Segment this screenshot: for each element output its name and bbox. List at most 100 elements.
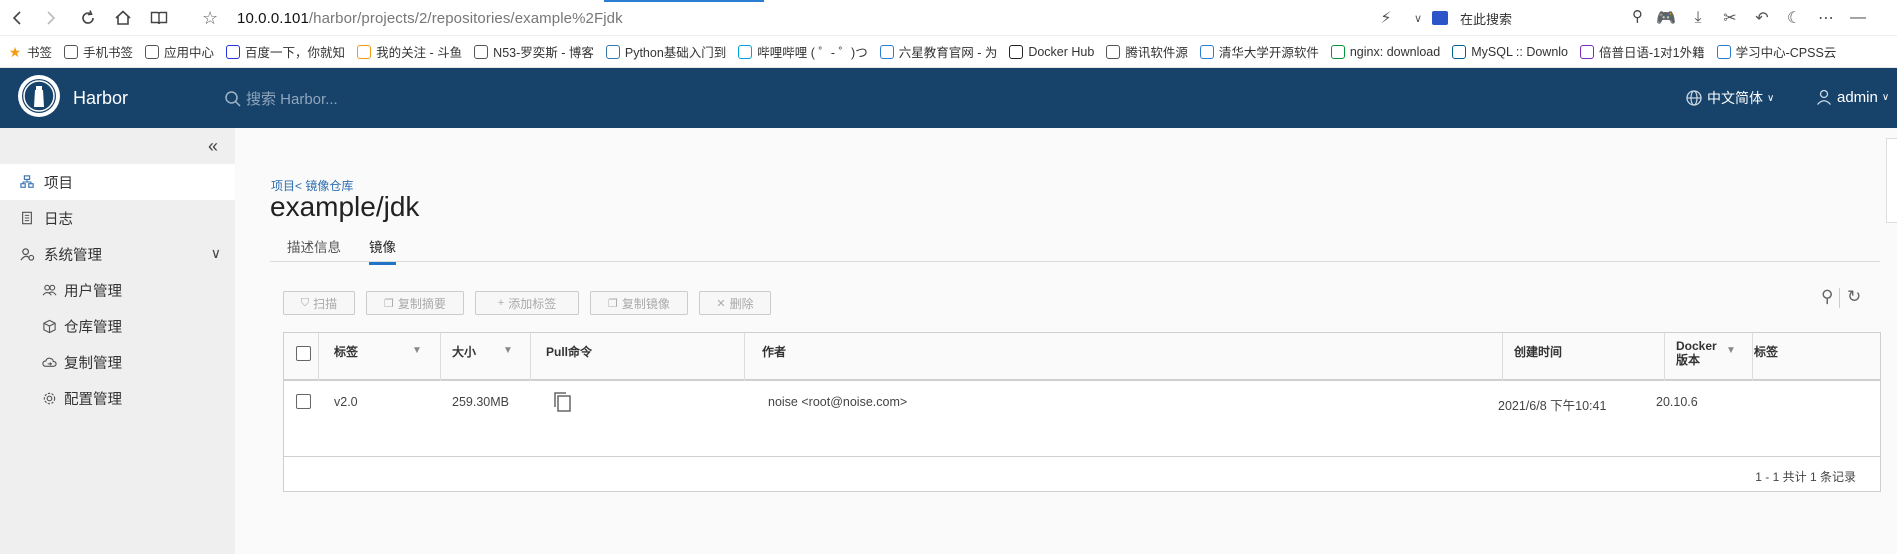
column-header-docker-version[interactable]: Docker 版本 — [1676, 339, 1717, 367]
home-icon[interactable] — [105, 0, 141, 36]
bookmark-star-icon[interactable]: ☆ — [202, 8, 218, 29]
sidebar-item-label: 用户管理 — [64, 283, 122, 300]
bookmark-item[interactable]: 倍普日语-1对1外籍 — [1576, 36, 1709, 67]
table-footer: 1 - 1 共计 1 条记录 — [284, 456, 1880, 493]
bookmark-item[interactable]: 百度一下，你就知 — [222, 36, 349, 67]
copy-icon[interactable] — [552, 391, 572, 413]
copy-digest-button[interactable]: ❐ 复制摘要 — [366, 291, 464, 315]
admin-icon — [19, 246, 35, 262]
sidebar-item-admin[interactable]: 系统管理 ∨ — [0, 236, 235, 272]
log-icon — [19, 210, 35, 226]
divider — [1839, 288, 1840, 308]
chevron-down-icon[interactable]: ∨ — [1402, 0, 1434, 36]
bookmark-item[interactable]: 六星教育官网 - 为 — [876, 36, 1002, 67]
address-bar[interactable]: 10.0.0.101/harbor/projects/2/repositorie… — [237, 10, 623, 27]
lightning-icon[interactable]: ⚡ — [1370, 0, 1402, 36]
undo-icon[interactable]: ↶ — [1746, 0, 1778, 36]
select-all-checkbox[interactable] — [296, 346, 311, 361]
column-separator — [530, 333, 531, 381]
delete-button[interactable]: ✕ 删除 — [699, 291, 771, 315]
collapse-sidebar-icon[interactable]: « — [208, 136, 218, 157]
global-search[interactable]: 搜索 Harbor... — [224, 88, 338, 109]
bookmark-item[interactable]: nginx: download — [1327, 36, 1444, 67]
python-icon — [605, 44, 620, 59]
user-icon — [1817, 89, 1831, 105]
bookmark-label: MySQL :: Downlo — [1471, 44, 1569, 59]
download-icon[interactable]: ⤓ — [1682, 0, 1714, 36]
back-icon[interactable] — [0, 0, 36, 36]
bookmark-item[interactable]: N53-罗奕斯 - 博客 — [470, 36, 598, 67]
sidebar-item-users[interactable]: 用户管理 — [0, 272, 235, 308]
search-icon[interactable]: ⚲ — [1632, 7, 1643, 25]
sidebar-item-logs[interactable]: 日志 — [0, 200, 235, 236]
more-icon[interactable]: ⋯ — [1810, 0, 1842, 36]
brand-name[interactable]: Harbor — [73, 88, 128, 109]
browser-search[interactable]: 在此搜索 ⚲ — [1432, 6, 1652, 30]
filter-icon[interactable]: ▼ — [1726, 345, 1736, 356]
bookmark-item[interactable]: Docker Hub — [1005, 36, 1098, 67]
minimize-icon[interactable]: — — [1842, 0, 1874, 36]
button-label: 添加标签 — [508, 296, 557, 311]
sidebar-item-replications[interactable]: 复制管理 — [0, 344, 235, 380]
side-notification-tab[interactable] — [1886, 138, 1897, 223]
url-host: 10.0.0.101 — [237, 10, 309, 27]
forward-icon[interactable] — [32, 0, 68, 36]
copy-image-button[interactable]: ❐ 复制镜像 — [590, 291, 688, 315]
bookmark-item[interactable]: Python基础入门到 — [602, 36, 730, 67]
header-line: Docker — [1676, 339, 1717, 353]
add-label-button[interactable]: + 添加标签 — [475, 291, 579, 315]
column-header-pull-command[interactable]: Pull命令 — [546, 343, 592, 360]
sidebar-item-config[interactable]: 配置管理 — [0, 380, 235, 416]
button-label: 扫描 — [313, 296, 338, 311]
gear-icon — [41, 390, 57, 406]
sidebar-item-registries[interactable]: 仓库管理 — [0, 308, 235, 344]
sidebar-item-projects[interactable]: 项目 — [0, 164, 235, 200]
sidebar-item-label: 系统管理 — [44, 247, 102, 264]
language-dropdown[interactable]: 中文简体 ∨ — [1685, 88, 1774, 108]
bookmark-item[interactable]: MySQL :: Downlo — [1448, 36, 1572, 67]
scissors-icon[interactable]: ✂ — [1714, 0, 1746, 36]
scan-button[interactable]: ⛉ 扫描 — [283, 291, 355, 315]
bookmark-item[interactable]: 手机书签 — [60, 36, 137, 67]
harbor-logo-icon[interactable] — [18, 75, 60, 117]
reader-icon[interactable] — [141, 0, 177, 36]
column-header-size[interactable]: 大小 — [452, 343, 476, 360]
star-icon: ★ — [8, 43, 22, 60]
sidebar-item-label: 日志 — [44, 211, 73, 228]
bookmark-item[interactable]: 腾讯软件源 — [1102, 36, 1192, 67]
column-header-labels[interactable]: 标签 — [1754, 343, 1778, 360]
docker-icon — [1009, 44, 1024, 59]
game-icon[interactable]: 🎮 — [1650, 0, 1682, 36]
bookmark-item[interactable]: 哔哩哔哩 ( ゜- ゜)つ — [734, 36, 871, 67]
column-separator — [1752, 333, 1753, 381]
chevron-down-icon: ∨ — [1881, 91, 1890, 103]
moon-icon[interactable]: ☾ — [1778, 0, 1810, 36]
column-header-created[interactable]: 创建时间 — [1514, 343, 1562, 360]
bookmark-item[interactable]: 应用中心 — [141, 36, 218, 67]
bookmark-item[interactable]: 清华大学开源软件 — [1196, 36, 1323, 67]
bookmark-item[interactable]: 我的关注 - 斗鱼 — [353, 36, 466, 67]
user-menu[interactable]: admin ∨ — [1815, 88, 1889, 106]
cell-created: 2021/6/8 下午10:41 — [1498, 399, 1607, 413]
pagination-summary: 1 - 1 共计 1 条记录 — [1755, 470, 1856, 484]
globe-icon — [474, 44, 489, 59]
shield-icon: ⛉ — [300, 296, 310, 309]
cell-tag[interactable]: v2.0 — [334, 395, 358, 409]
sidebar-item-label: 仓库管理 — [64, 319, 122, 336]
search-icon[interactable]: ⚲ — [1821, 287, 1833, 307]
filter-icon[interactable]: ▼ — [503, 345, 513, 356]
globe-icon — [1686, 90, 1702, 106]
column-header-author[interactable]: 作者 — [762, 343, 786, 360]
button-label: 删除 — [729, 296, 754, 311]
row-checkbox[interactable] — [296, 394, 311, 409]
reload-icon[interactable] — [70, 0, 106, 36]
bookmark-item[interactable]: 学习中心-CPSS云 — [1713, 36, 1841, 67]
search-engine-icon[interactable] — [1432, 11, 1448, 25]
refresh-icon[interactable]: ↻ — [1847, 287, 1861, 307]
column-header-tag[interactable]: 标签 — [334, 343, 358, 360]
url-path: /harbor/projects/2/repositories/example%… — [308, 10, 623, 27]
bookmark-item[interactable]: ★ 书签 — [4, 36, 56, 67]
filter-icon[interactable]: ▼ — [412, 345, 422, 356]
six-icon — [879, 44, 894, 59]
mysql-icon — [1452, 44, 1467, 59]
